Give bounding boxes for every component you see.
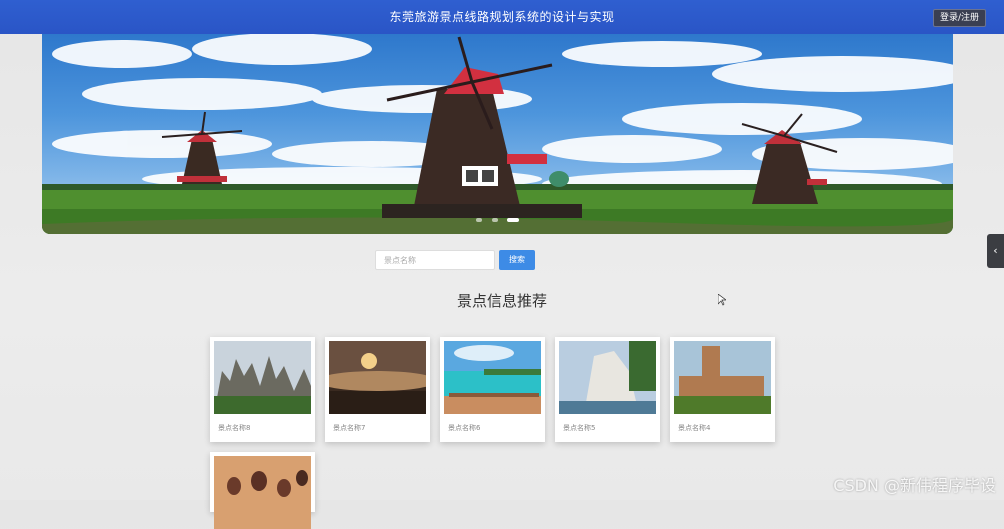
attraction-image (444, 341, 541, 414)
attraction-card[interactable]: 景点名称7 (325, 337, 430, 442)
search-input[interactable] (375, 250, 495, 270)
attraction-image (214, 341, 311, 414)
attraction-card[interactable]: 景点名称4 (670, 337, 775, 442)
carousel-dot[interactable] (476, 218, 483, 222)
attraction-name: 景点名称4 (678, 424, 711, 432)
side-panel-toggle[interactable]: ‹ (987, 234, 1004, 268)
section-title: 景点信息推荐 (456, 292, 547, 310)
attraction-card[interactable]: 景点名称5 (555, 337, 660, 442)
attraction-image (329, 341, 426, 414)
login-register-button[interactable]: 登录/注册 (932, 9, 986, 27)
carousel-indicators (42, 207, 953, 226)
attraction-name: 景点名称6 (448, 424, 481, 432)
hero-carousel[interactable] (42, 34, 953, 234)
attraction-name: 景点名称5 (563, 424, 596, 432)
attraction-card[interactable] (210, 452, 315, 529)
top-nav-bar: 东莞旅游景点线路规划系统的设计与实现 登录/注册 (0, 0, 1004, 34)
attraction-name: 景点名称8 (218, 424, 251, 432)
carousel-dot[interactable] (491, 218, 498, 222)
mouse-cursor-icon (718, 294, 726, 306)
attraction-image (674, 341, 771, 414)
watermark: CSDN @新伟程序毕设 (833, 476, 996, 495)
search-button[interactable]: 搜索 (499, 250, 535, 270)
attraction-image (214, 456, 311, 529)
attraction-name: 景点名称7 (333, 424, 366, 432)
carousel-dot-active[interactable] (506, 218, 519, 222)
attraction-card[interactable]: 景点名称8 (210, 337, 315, 442)
windmill-landscape-image (42, 34, 953, 234)
attraction-card[interactable]: 景点名称6 (440, 337, 545, 442)
attraction-image (559, 341, 656, 414)
site-title: 东莞旅游景点线路规划系统的设计与实现 (389, 10, 615, 24)
chevron-left-icon: ‹ (993, 244, 998, 257)
